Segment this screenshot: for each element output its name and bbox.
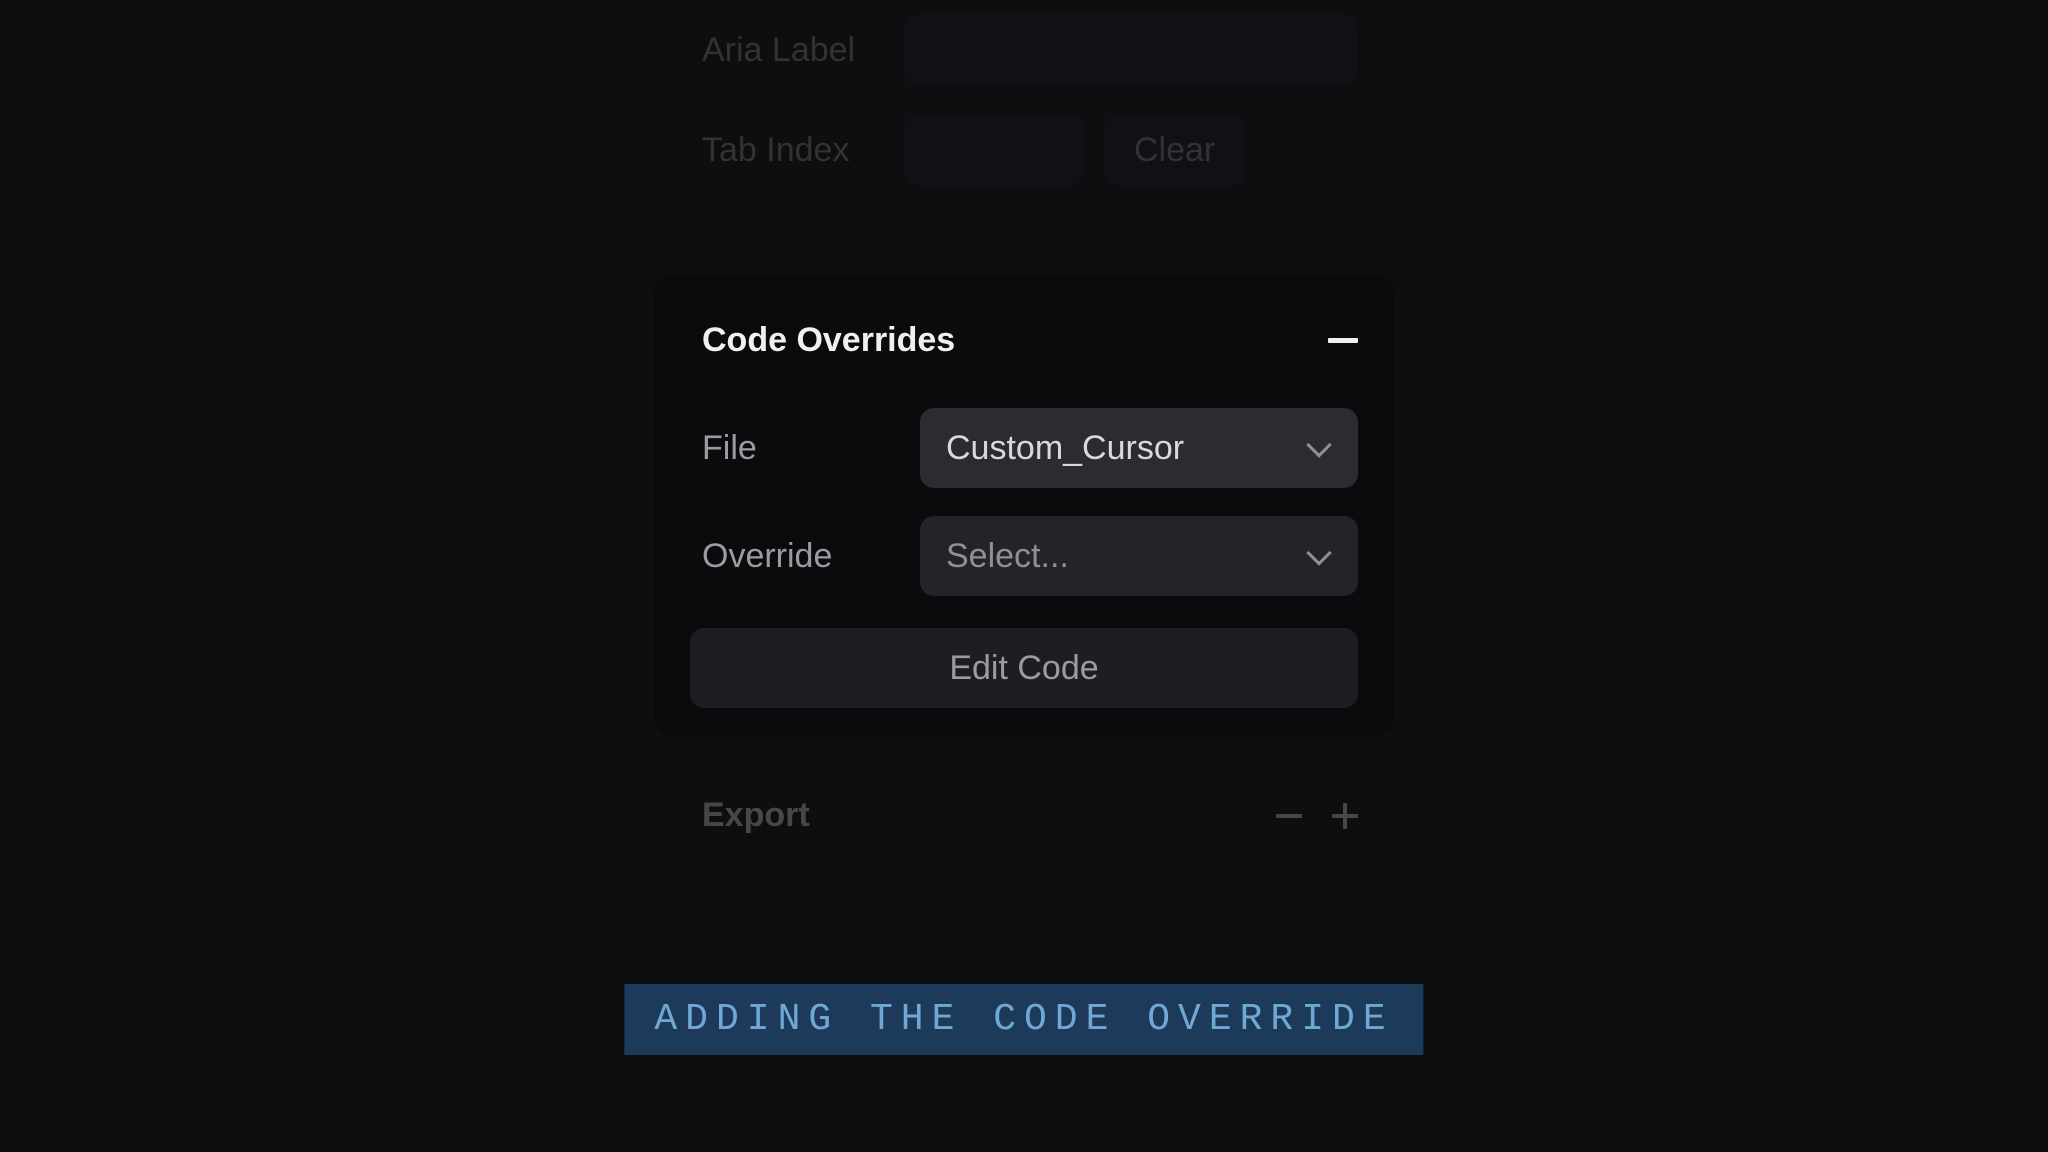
properties-panel: Aria Label Tab Index Clear Code Override…	[654, 0, 1394, 835]
accessibility-section: Aria Label Tab Index Clear	[654, 0, 1394, 200]
clear-button-label: Clear	[1134, 131, 1215, 170]
caption-banner: ADDING THE CODE OVERRIDE	[624, 984, 1423, 1055]
edit-code-label: Edit Code	[949, 649, 1098, 688]
code-overrides-header: Code Overrides	[690, 275, 1358, 398]
override-row: Override Select...	[690, 506, 1358, 606]
code-overrides-title: Code Overrides	[702, 321, 955, 360]
export-controls	[1276, 803, 1358, 829]
minus-icon[interactable]	[1276, 814, 1302, 818]
edit-code-button[interactable]: Edit Code	[690, 628, 1358, 708]
code-overrides-section: Code Overrides File Custom_Cursor Overri…	[654, 275, 1394, 736]
plus-icon[interactable]	[1332, 803, 1358, 829]
file-dropdown-value: Custom_Cursor	[946, 429, 1184, 468]
minus-icon[interactable]	[1328, 338, 1358, 343]
chevron-down-icon	[1306, 540, 1331, 565]
file-label: File	[690, 429, 900, 468]
aria-label-input[interactable]	[904, 14, 1358, 86]
override-dropdown-value: Select...	[946, 537, 1069, 576]
export-title: Export	[690, 796, 810, 835]
file-dropdown[interactable]: Custom_Cursor	[920, 408, 1358, 488]
override-label: Override	[690, 537, 900, 576]
aria-label-row: Aria Label	[654, 0, 1394, 100]
tab-index-input[interactable]	[904, 114, 1084, 186]
clear-button[interactable]: Clear	[1104, 114, 1245, 186]
tab-index-label: Tab Index	[654, 131, 884, 170]
aria-label-label: Aria Label	[654, 31, 884, 70]
override-dropdown[interactable]: Select...	[920, 516, 1358, 596]
caption-text: ADDING THE CODE OVERRIDE	[654, 998, 1393, 1041]
export-section: Export	[654, 796, 1394, 835]
tab-index-row: Tab Index Clear	[654, 100, 1394, 200]
chevron-down-icon	[1306, 432, 1331, 457]
file-row: File Custom_Cursor	[690, 398, 1358, 498]
